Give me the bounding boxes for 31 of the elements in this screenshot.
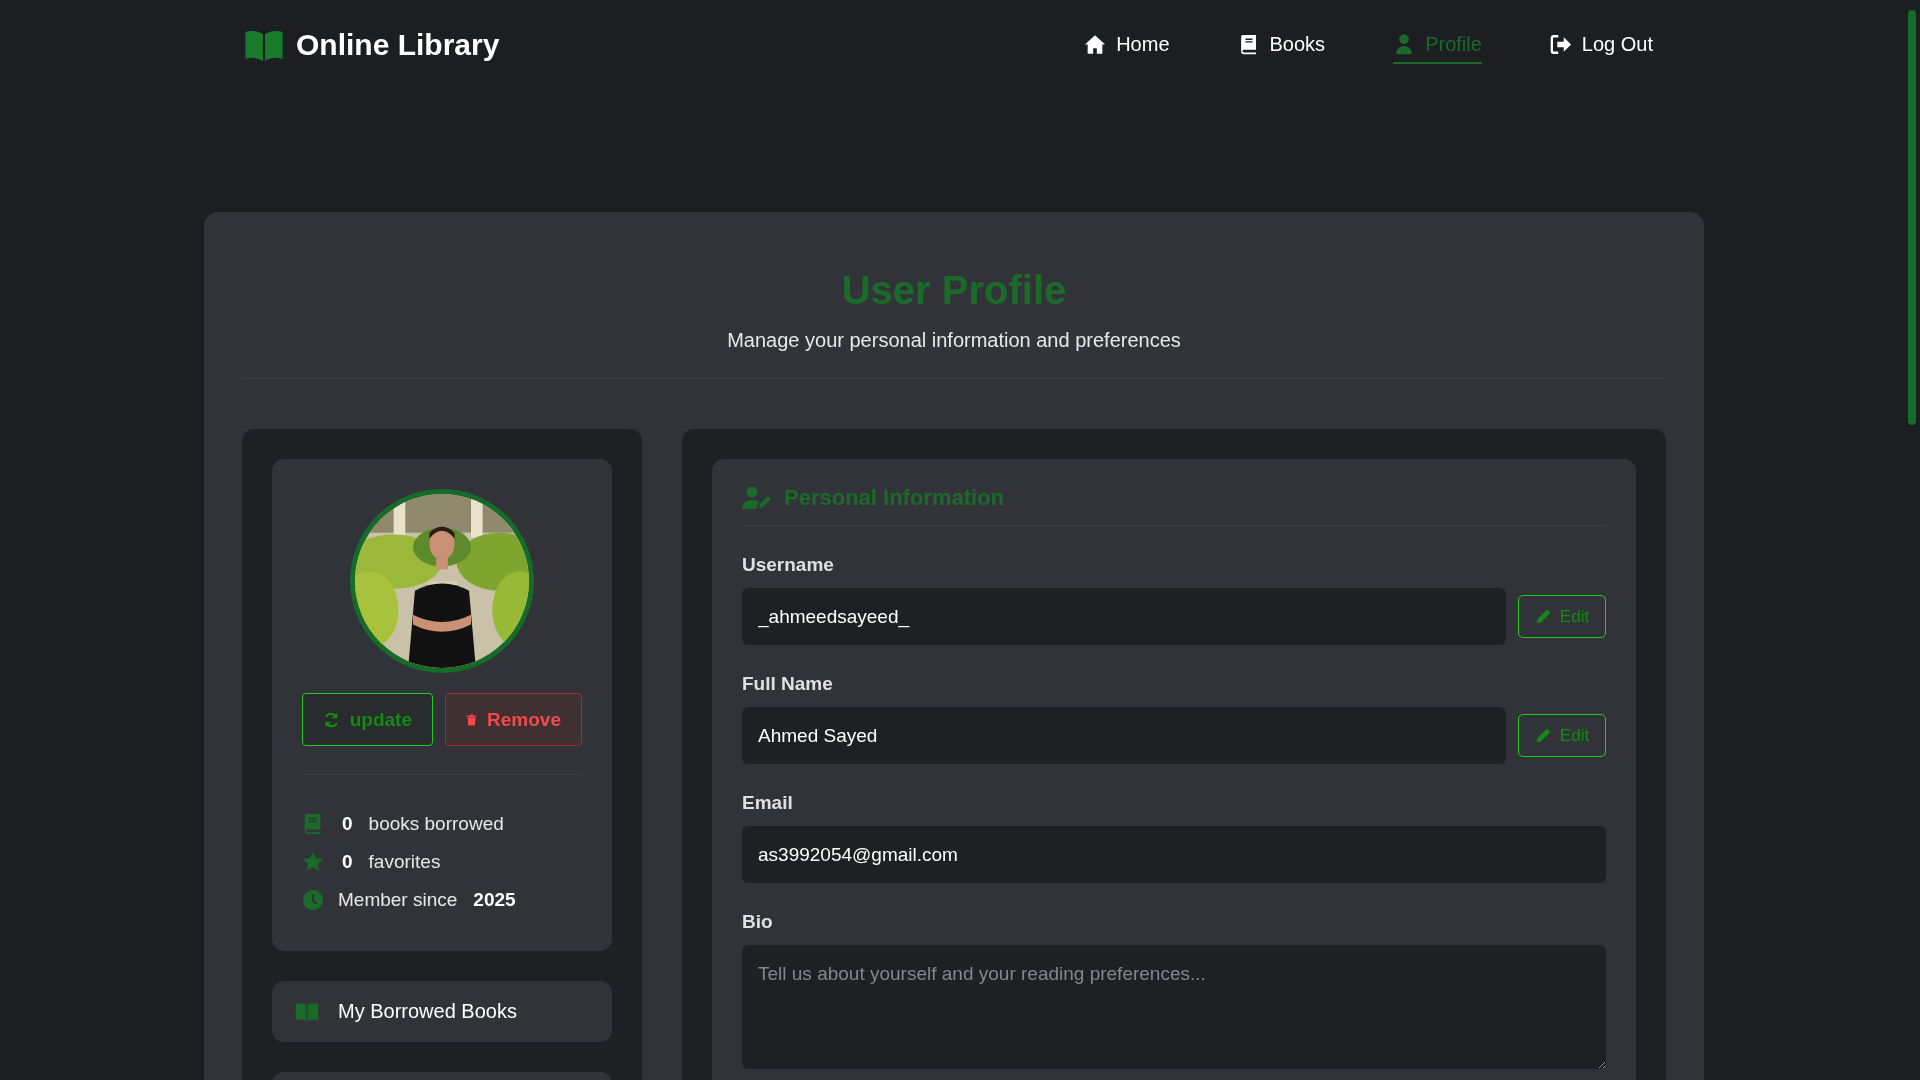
field-label: Full Name xyxy=(742,673,834,695)
stat-label: books borrowed xyxy=(368,813,504,835)
input-field[interactable]: Ahmed Sayed xyxy=(742,707,1506,764)
field-label: Email xyxy=(742,792,794,814)
side-link[interactable]: My Borrowed Books xyxy=(272,981,612,1042)
open-book-icon xyxy=(243,28,285,62)
stat-label: Member since xyxy=(338,889,458,911)
stat-label: favorites xyxy=(368,851,441,873)
field-label: Username xyxy=(742,554,835,576)
site-title: Online Library xyxy=(296,28,500,62)
nav-link[interactable]: Books xyxy=(1237,26,1326,64)
logout-icon xyxy=(1549,33,1572,55)
input-field[interactable]: _ahmeedsayeed_ xyxy=(742,588,1506,645)
nav-link[interactable]: Home xyxy=(1084,26,1170,64)
star-icon xyxy=(302,851,324,873)
field-label: Bio xyxy=(742,911,774,933)
stat-value: 2025 xyxy=(473,889,516,911)
section-title: Personal Information xyxy=(784,485,1005,511)
nav-link[interactable]: Log Out xyxy=(1549,26,1653,64)
page-title: User Profile xyxy=(840,268,1068,313)
pencil-icon xyxy=(1534,608,1552,625)
pencil-icon xyxy=(1534,727,1552,744)
open-book-icon xyxy=(294,1001,320,1022)
page-subtitle: Manage your personal information and preferences xyxy=(726,329,1182,352)
user-edit-icon xyxy=(742,486,772,510)
stat-value: 0 xyxy=(342,851,353,873)
home-icon xyxy=(1084,33,1107,55)
bio-field[interactable]: Tell us about yourself and your reading preferences... xyxy=(742,945,1606,1069)
stat-value: 0 xyxy=(342,813,353,835)
input-field[interactable]: as3992054@gmail.com xyxy=(742,826,1606,883)
clock-icon xyxy=(302,889,324,911)
